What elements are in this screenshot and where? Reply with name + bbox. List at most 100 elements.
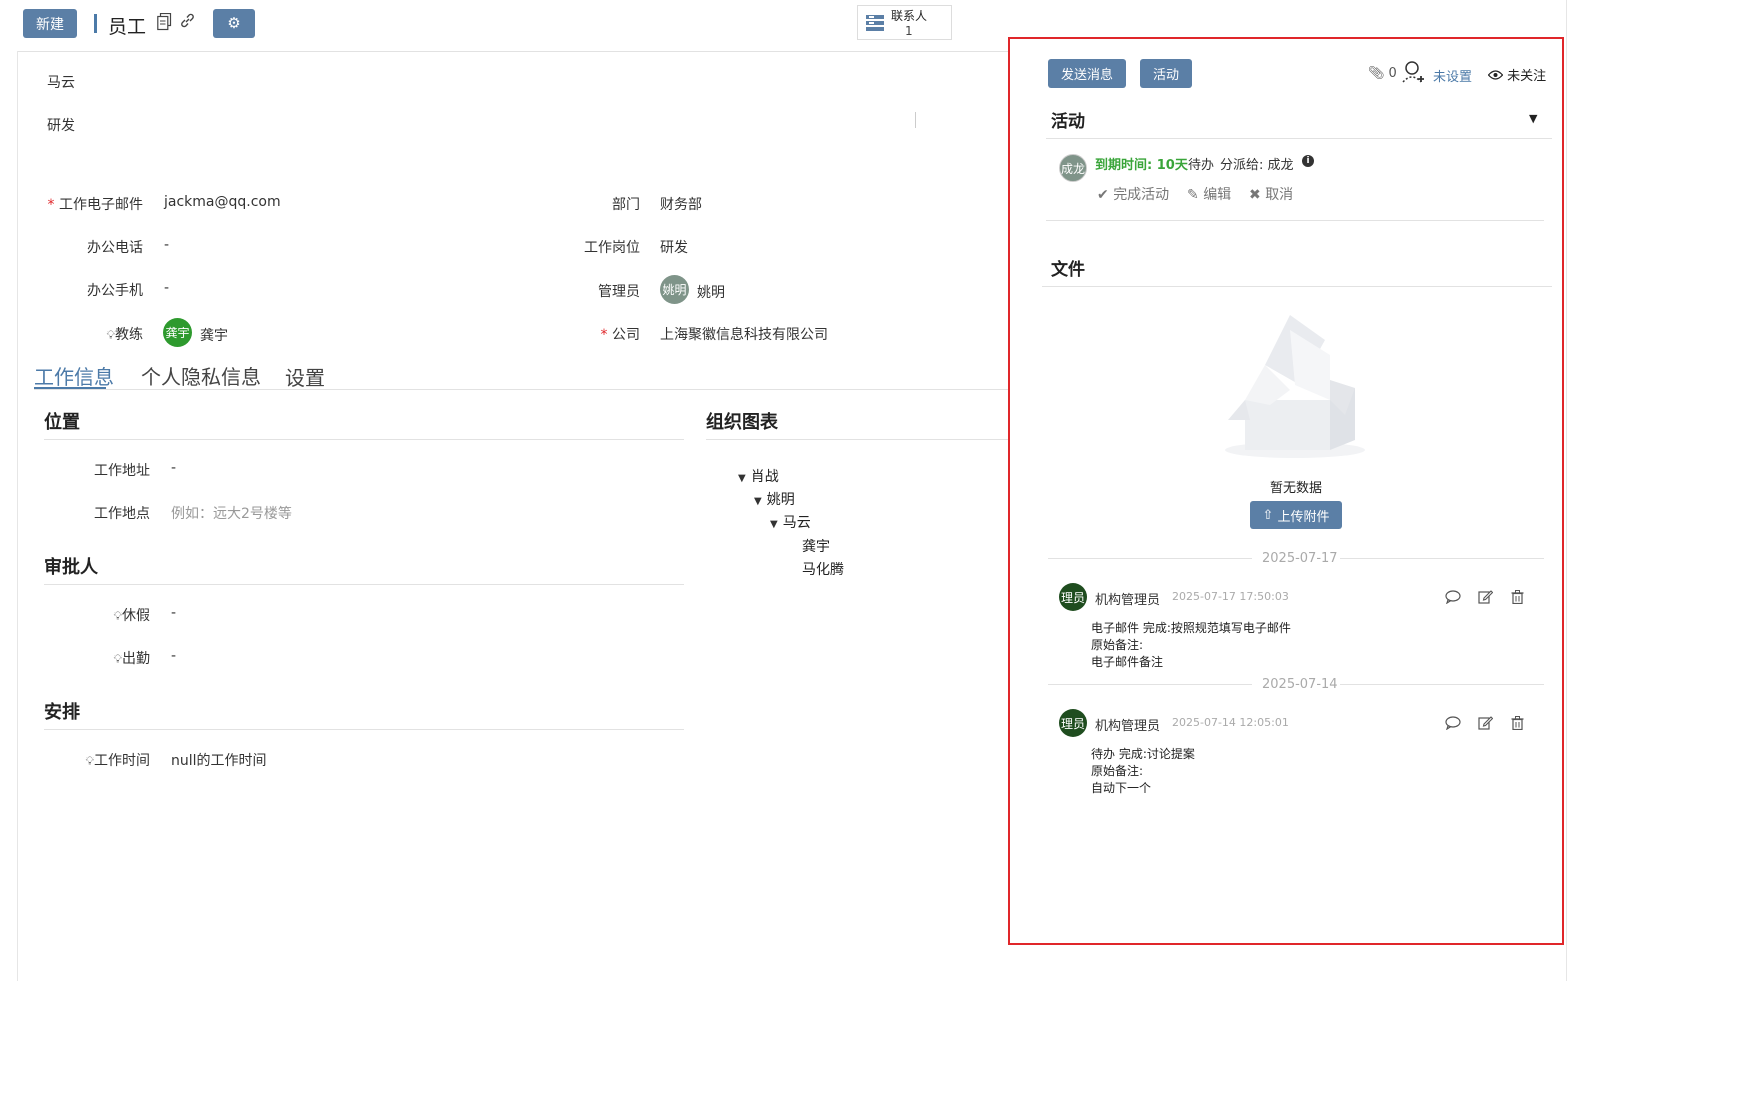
company-label: * 公司 [600, 327, 640, 343]
office-phone-field[interactable]: - [164, 237, 169, 253]
attachment-counter[interactable]: 📎︎ 0 [1368, 66, 1397, 81]
date-divider-line-left [1048, 558, 1252, 559]
activities-divider [1046, 138, 1552, 139]
page-title: 员工 [108, 16, 147, 38]
org-node-2[interactable]: ▼ 马云 [770, 512, 811, 532]
manager-avatar: 姚明 [660, 275, 689, 304]
leave-approver-field[interactable]: - [171, 605, 176, 621]
approver-section-title: 审批人 [44, 557, 98, 578]
contacts-count: 1 [905, 24, 913, 38]
activity-due-label: 到期时间: 10天 [1095, 158, 1188, 173]
tab-private-info[interactable]: 个人隐私信息 [141, 361, 261, 390]
department-label: 部门 [612, 197, 640, 213]
add-follower-icon[interactable] [1402, 60, 1426, 90]
employee-job-title[interactable]: 研发 [47, 115, 75, 135]
org-node-1[interactable]: ▼ 姚明 [754, 489, 795, 509]
working-hours-field[interactable]: null的工作时间 [171, 750, 267, 770]
message-timestamp: 2025-07-17 17:50:03 [1172, 590, 1289, 603]
edit-message-icon[interactable] [1478, 589, 1494, 608]
link-icon[interactable] [179, 12, 196, 33]
org-node-4[interactable]: 马化腾 [802, 559, 844, 579]
title-accent-bar [94, 14, 97, 33]
message-timestamp: 2025-07-14 12:05:01 [1172, 716, 1289, 729]
eye-icon [1487, 69, 1504, 84]
edit-activity-link[interactable]: ✎ 编辑 [1187, 184, 1231, 204]
activity-avatar: 成龙 [1059, 154, 1087, 182]
page-right-edge [1566, 0, 1567, 981]
gear-icon: ⚙ [227, 14, 241, 32]
location-divider [44, 439, 684, 440]
edit-message-icon[interactable] [1478, 715, 1494, 734]
tabs-divider [34, 389, 1008, 390]
coach-field[interactable]: 龚宇 [200, 325, 228, 345]
assignee-unset-link[interactable]: 未设置 [1433, 66, 1472, 85]
tab-work-info[interactable]: 工作信息 [34, 361, 114, 390]
files-divider [1042, 286, 1552, 287]
delete-message-icon[interactable] [1511, 715, 1524, 734]
delete-message-icon[interactable] [1511, 589, 1524, 608]
position-field[interactable]: 研发 [660, 237, 688, 257]
mark-done-link[interactable]: ✔ 完成活动 [1097, 184, 1169, 204]
attendance-label: 💡︎出勤 [113, 651, 150, 667]
working-hours-label: 💡︎工作时间 [85, 753, 150, 769]
message-author[interactable]: 机构管理员 [1095, 589, 1160, 608]
company-field[interactable]: 上海聚徽信息科技有限公司 [660, 324, 828, 344]
coach-avatar: 龚宇 [163, 318, 192, 347]
mobile-field[interactable]: - [164, 280, 169, 296]
follow-toggle[interactable]: 未关注 [1487, 65, 1546, 84]
message-body-line2: 原始备注: [1091, 764, 1144, 778]
message-avatar: 理员 [1059, 583, 1087, 611]
message-author[interactable]: 机构管理员 [1095, 715, 1160, 734]
location-section-title: 位置 [44, 412, 80, 433]
schedule-activity-button[interactable]: 活动 [1140, 59, 1192, 88]
page-left-edge [17, 51, 18, 981]
work-email-label: * 工作电子邮件 [47, 197, 143, 213]
cancel-activity-link[interactable]: ✖ 取消 [1249, 184, 1293, 204]
org-node-3[interactable]: 龚宇 [802, 536, 830, 556]
date-divider-label: 2025-07-17 [1262, 551, 1338, 566]
attendance-approver-field[interactable]: - [171, 648, 176, 664]
work-email-field[interactable]: jackma@qq.com [164, 194, 281, 210]
mobile-label: 办公手机 [87, 283, 143, 299]
pencil-icon: ✎ [1187, 187, 1199, 203]
caret-down-icon: ▼ [770, 519, 778, 530]
copy-icon[interactable] [157, 12, 172, 35]
message-avatar: 理员 [1059, 709, 1087, 737]
collapse-activities-icon[interactable]: ▼ [1529, 112, 1537, 125]
lightbulb-icon: 💡︎ [106, 328, 115, 342]
contacts-label: 联系人 [891, 9, 928, 23]
activity-bottom-divider [1046, 220, 1544, 221]
schedule-divider [44, 729, 684, 730]
upload-attachment-button[interactable]: ⇧ 上传附件 [1250, 501, 1342, 529]
reply-icon[interactable] [1445, 715, 1461, 734]
caret-down-icon: ▼ [738, 473, 746, 484]
department-field[interactable]: 财务部 [660, 194, 702, 214]
info-icon[interactable]: i [1302, 155, 1314, 167]
upload-icon: ⇧ [1262, 507, 1274, 523]
org-node-0[interactable]: ▼ 肖战 [738, 466, 779, 486]
tab-settings[interactable]: 设置 [285, 362, 325, 391]
message-body-line3: 电子邮件备注 [1091, 655, 1164, 669]
coach-label: 💡︎教练 [106, 327, 143, 343]
work-place-field[interactable]: 例如：远大2号楼等 [171, 503, 292, 523]
settings-button[interactable]: ⚙ [213, 9, 255, 38]
new-button[interactable]: 新建 [23, 9, 77, 38]
message-body-line3: 自动下一个 [1091, 781, 1152, 795]
contacts-smart-button[interactable]: 联系人 1 [857, 5, 952, 40]
employee-name[interactable]: 马云 [47, 72, 75, 92]
avatar-edge-mark [915, 112, 916, 128]
org-chart-title: 组织图表 [706, 412, 778, 433]
date-divider-line-right [1340, 684, 1544, 685]
manager-field[interactable]: 姚明 [697, 282, 725, 302]
schedule-section-title: 安排 [44, 702, 80, 723]
office-phone-label: 办公电话 [87, 240, 143, 256]
toolbar-divider [18, 51, 1008, 52]
work-address-label: 工作地址 [94, 463, 150, 479]
work-address-field[interactable]: - [171, 460, 176, 476]
empty-box-illustration [1220, 310, 1370, 464]
reply-icon[interactable] [1445, 589, 1461, 608]
leave-label: 💡︎休假 [113, 608, 150, 624]
lightbulb-icon: 💡︎ [113, 652, 122, 666]
send-message-button[interactable]: 发送消息 [1048, 59, 1126, 88]
files-section-title: 文件 [1051, 260, 1085, 280]
